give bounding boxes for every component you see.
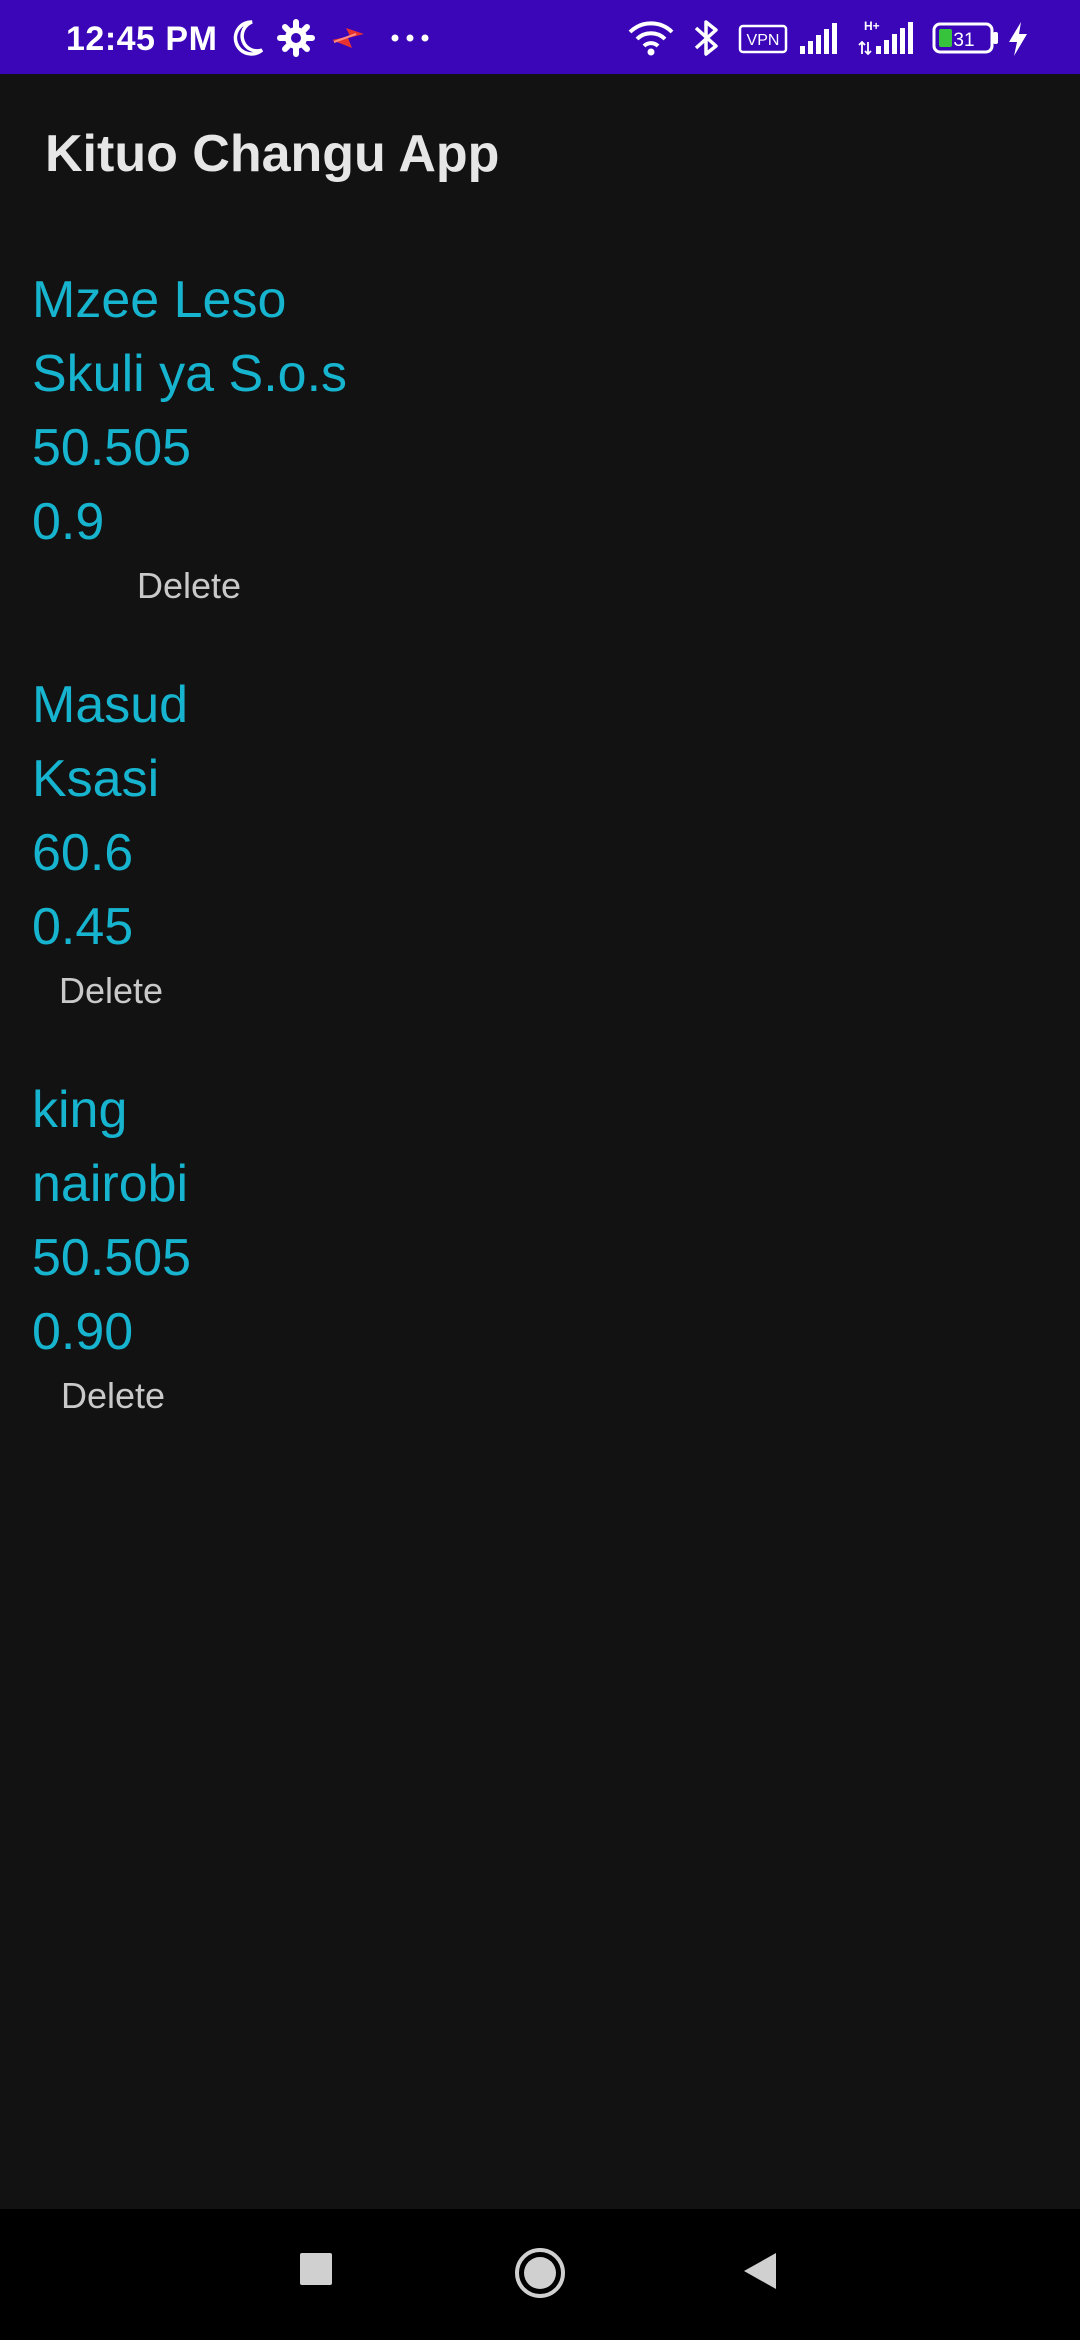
vpn-label: VPN [747, 32, 780, 49]
battery-icon: 31 [932, 16, 1000, 60]
delete-button[interactable]: Delete [61, 1378, 165, 1414]
delete-button[interactable]: Delete [137, 568, 241, 604]
entry-name: king [32, 1081, 128, 1139]
entry-location: Skuli ya S.o.s [32, 345, 348, 403]
entry-value-one: 60.6 [32, 824, 134, 882]
recents-square-icon[interactable] [296, 2249, 336, 2289]
signal-h-plus-icon: H+ [858, 16, 914, 60]
entry-name: Masud [32, 676, 189, 734]
entry-location: nairobi [32, 1155, 189, 1213]
home-circle-icon[interactable] [512, 2245, 568, 2301]
gear-icon [276, 16, 316, 60]
network-type-label: H+ [864, 19, 880, 33]
navigation-bar [0, 2209, 1080, 2340]
back-triangle-icon[interactable] [740, 2249, 780, 2293]
entry-value-one: 50.505 [32, 419, 192, 477]
entry-value-two: 0.45 [32, 898, 134, 956]
more-dots-icon [388, 16, 432, 60]
entry-value-two: 0.90 [32, 1303, 134, 1361]
entry-location: Ksasi [32, 750, 160, 808]
charging-icon [1004, 16, 1032, 60]
bluetooth-icon [690, 16, 722, 60]
vpn-icon: VPN [738, 16, 788, 60]
wifi-icon [626, 16, 676, 60]
status-bar: 12:45 PM VPN H+ 31 [0, 0, 1080, 74]
status-time: 12:45 PM [66, 20, 218, 58]
app-title: Kituo Changu App [45, 125, 500, 183]
battery-level: 31 [953, 30, 974, 51]
delete-button[interactable]: Delete [59, 973, 163, 1009]
entry-name: Mzee Leso [32, 271, 287, 329]
entry-value-one: 50.505 [32, 1229, 192, 1287]
entry-value-two: 0.9 [32, 493, 105, 551]
flash-app-icon [328, 16, 368, 60]
signal-icon [798, 16, 838, 60]
moon-icon [228, 16, 268, 60]
